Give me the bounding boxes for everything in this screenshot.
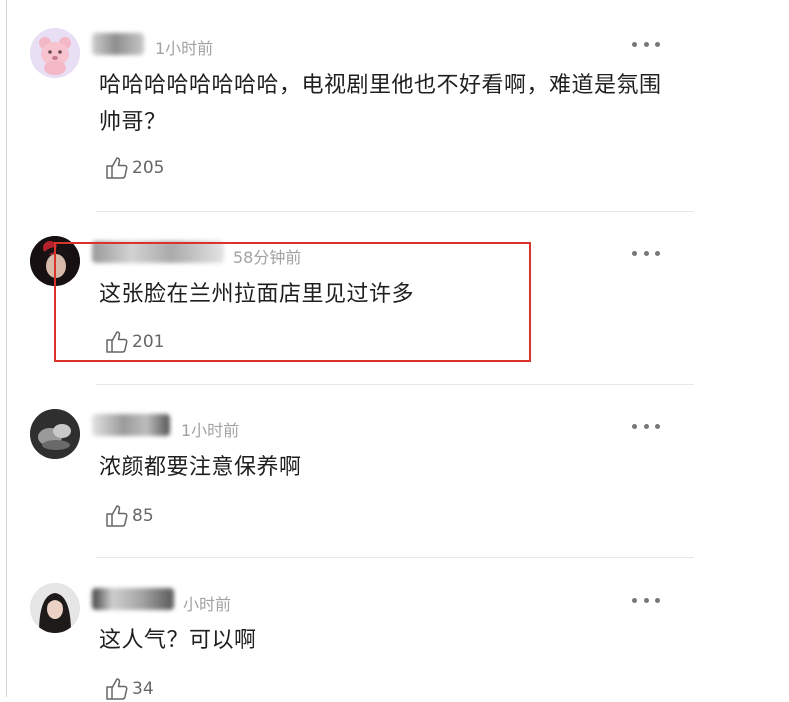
comment-time: 58分钟前 [233,248,302,267]
more-options-icon[interactable] [632,422,660,430]
comment-text: 哈哈哈哈哈哈哈哈，电视剧里他也不好看啊，难道是氛围帅哥？ [99,73,662,135]
blurred-username[interactable] [92,33,144,55]
thumbs-up-icon [106,331,128,353]
dark-portrait-icon [30,236,80,286]
woman-portrait-icon [30,583,80,633]
more-options-icon[interactable] [632,40,660,48]
blurred-username[interactable] [92,241,224,263]
pink-bear-icon [30,28,80,78]
like-button[interactable]: 205 [104,155,164,181]
thumbs-up-icon [106,157,128,179]
comment-text: 这张脸在兰州拉面店里见过许多 [99,282,415,307]
avatar[interactable] [30,28,80,78]
grey-photo-icon [30,409,80,459]
comment-divider [96,557,694,558]
like-count: 205 [132,158,165,178]
like-count: 34 [132,679,154,699]
comment-text: 浓颜都要注意保养啊 [99,455,302,480]
blurred-username[interactable] [92,588,174,610]
avatar[interactable] [30,583,80,633]
avatar[interactable] [30,236,80,286]
avatar[interactable] [30,409,80,459]
thumbs-up-icon [106,505,128,527]
blurred-username[interactable] [92,414,170,436]
comment-divider [96,211,694,212]
like-count: 85 [132,506,154,526]
comment-text: 这人气？可以啊 [99,628,257,653]
more-options-icon[interactable] [632,596,660,604]
like-button[interactable]: 201 [104,329,164,355]
comment-time: 小时前 [183,595,232,614]
comment-divider [96,384,694,385]
comment-time: 1小时前 [181,421,240,440]
thumbs-up-icon [106,678,128,700]
like-button[interactable]: 85 [104,503,154,529]
left-border-line [6,0,7,697]
more-options-icon[interactable] [632,249,660,257]
like-button[interactable]: 34 [104,676,154,702]
like-count: 201 [132,332,165,352]
comment-time: 1小时前 [155,39,214,58]
